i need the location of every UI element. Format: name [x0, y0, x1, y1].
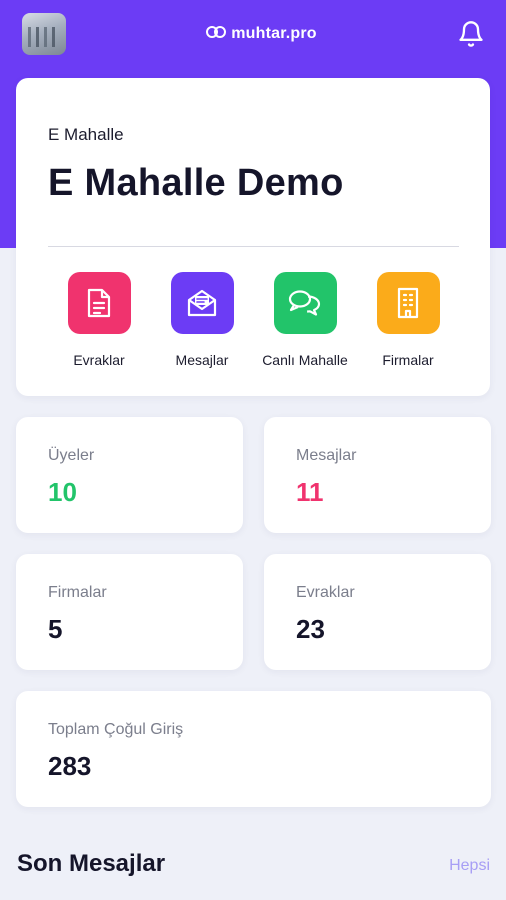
divider: [48, 246, 459, 247]
action-companies[interactable]: Firmalar: [353, 272, 463, 368]
stat-card-total-logins[interactable]: Toplam Çoğul Giriş 283: [16, 691, 491, 807]
stat-label: Mesajlar: [296, 447, 357, 464]
stat-label: Evraklar: [296, 584, 355, 601]
stat-card-members[interactable]: Üyeler 10: [16, 417, 243, 533]
see-all-link[interactable]: Hepsi: [449, 857, 490, 875]
stat-label: Üyeler: [48, 447, 95, 464]
neighborhood-title: E Mahalle Demo: [48, 162, 344, 204]
stat-label: Toplam Çoğul Giriş: [48, 721, 184, 738]
stat-card-documents[interactable]: Evraklar 23: [264, 554, 491, 670]
brand-name: muhtar.pro: [231, 25, 317, 42]
stat-label: Firmalar: [48, 584, 107, 601]
profile-avatar[interactable]: [22, 13, 66, 55]
stat-value: 23: [296, 614, 325, 644]
stat-value: 283: [48, 751, 92, 781]
recent-messages-title: Son Mesajlar: [17, 850, 166, 877]
stat-value: 10: [48, 477, 77, 507]
stat-card-messages[interactable]: Mesajlar 11: [264, 417, 491, 533]
action-label: Firmalar: [382, 352, 434, 368]
stat-card-companies[interactable]: Firmalar 5: [16, 554, 243, 670]
action-documents[interactable]: Evraklar: [44, 272, 154, 368]
mail-icon: [170, 272, 234, 334]
top-bar: muhtar.pro: [0, 0, 506, 68]
brand-logo: muhtar.pro: [205, 21, 317, 48]
bell-icon[interactable]: [456, 19, 486, 49]
building-icon: [376, 272, 440, 334]
document-icon: [67, 272, 131, 334]
action-label: Evraklar: [73, 352, 125, 368]
chat-bubbles-icon: [273, 272, 337, 334]
action-messages[interactable]: Mesajlar: [147, 272, 257, 368]
action-label: Canlı Mahalle: [262, 352, 348, 368]
action-live-neighborhood[interactable]: Canlı Mahalle: [250, 272, 360, 368]
stat-value: 5: [48, 614, 63, 644]
stat-value: 11: [296, 477, 324, 507]
infinity-logo-icon: [205, 21, 227, 48]
neighborhood-subtitle: E Mahalle: [48, 125, 124, 144]
neighborhood-card: E Mahalle E Mahalle Demo Evraklar Mesajl…: [16, 78, 490, 396]
action-label: Mesajlar: [175, 352, 229, 368]
